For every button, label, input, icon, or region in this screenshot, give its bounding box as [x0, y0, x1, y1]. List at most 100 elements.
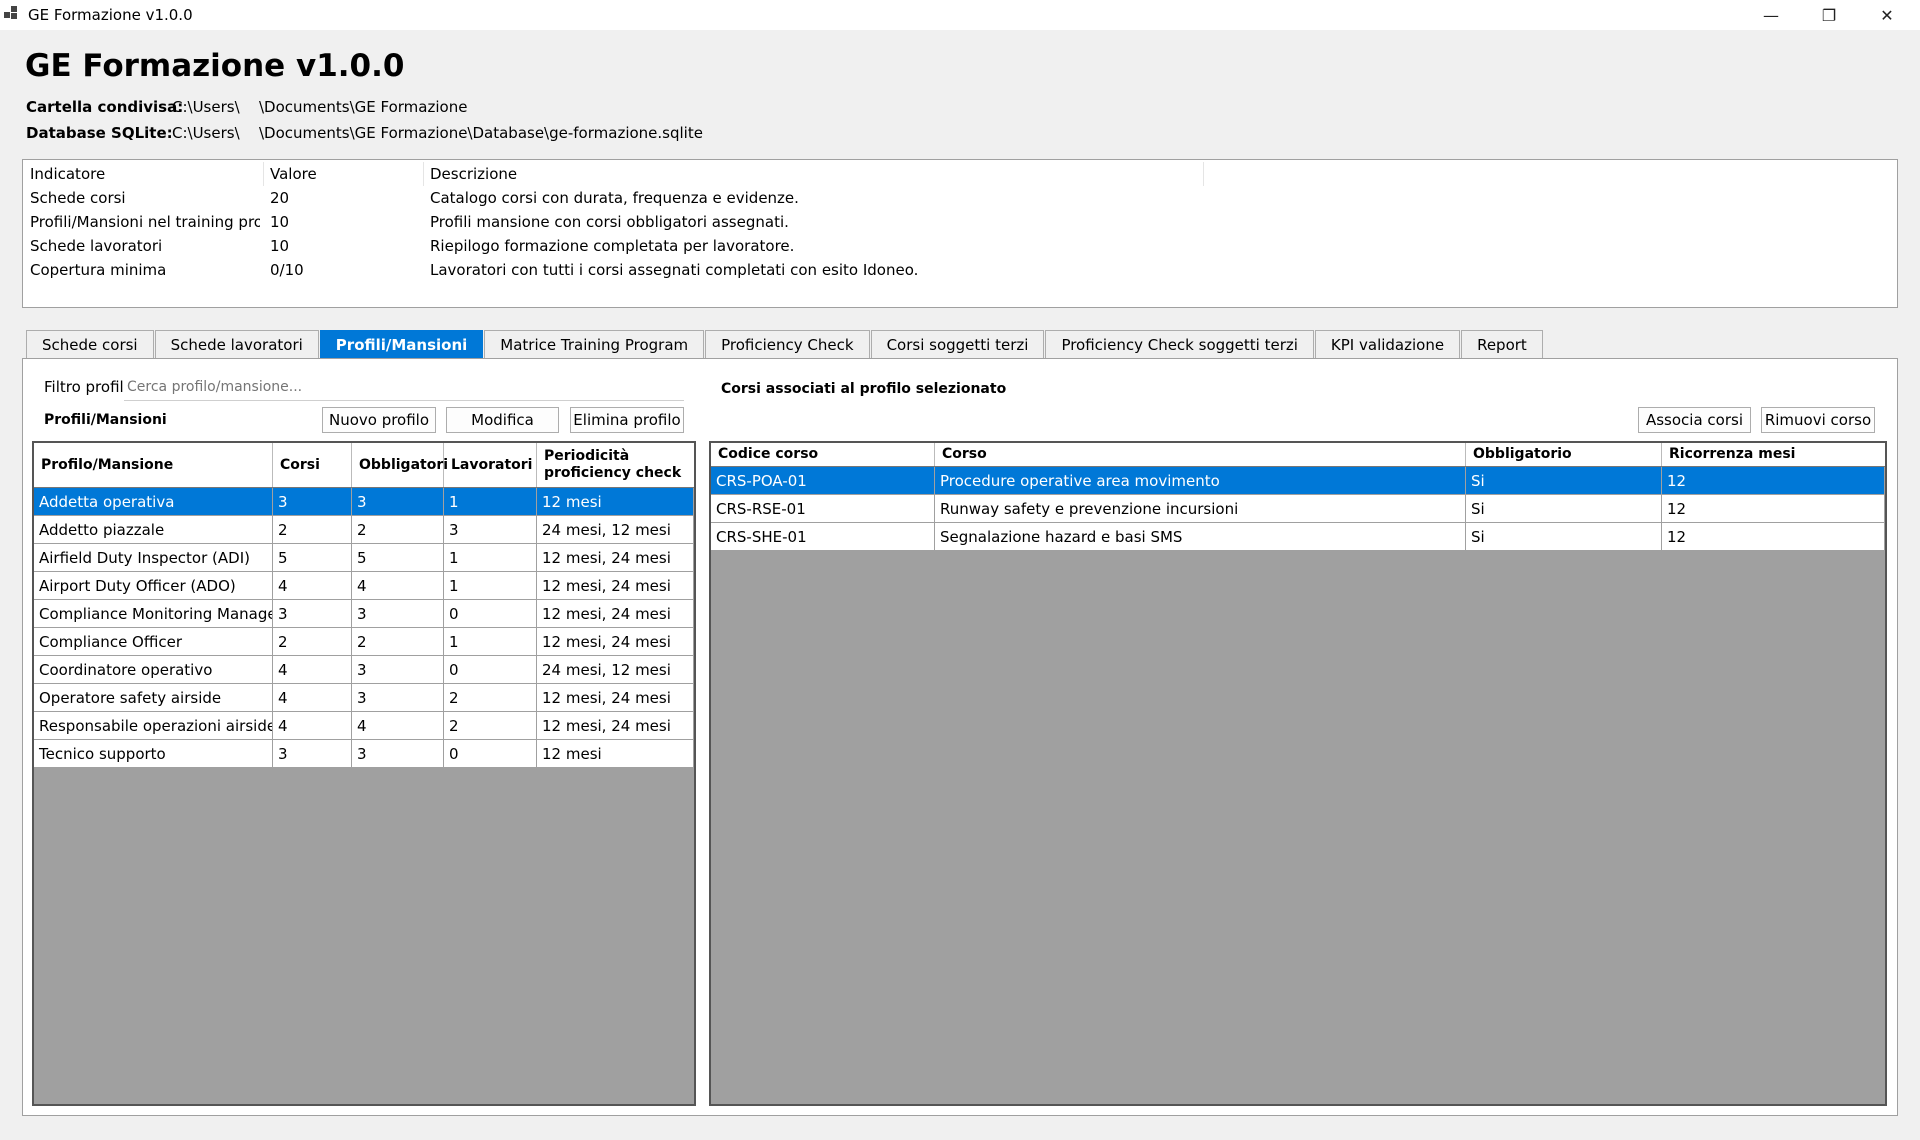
cell-corso: Runway safety e prevenzione incursioni	[935, 495, 1466, 523]
table-row[interactable]: Airport Duty Officer (ADO) 4 4 1 12 mesi, 24…	[34, 572, 694, 600]
cell-corso: Segnalazione hazard e basi SMS	[935, 523, 1466, 551]
edit-profile-button[interactable]: Modifica	[446, 407, 559, 433]
cell-lavoratori: 0	[444, 740, 537, 768]
column-header-lavoratori[interactable]: Lavoratori	[444, 443, 537, 487]
database-path-part1: C:\Users\	[172, 124, 240, 142]
table-row[interactable]: CRS-POA-01 Procedure operative area movim…	[711, 467, 1885, 495]
cell-codice-corso: CRS-RSE-01	[711, 495, 935, 523]
cell-obbligatori: 4	[352, 712, 444, 740]
table-row[interactable]: Addetta operativa 3 3 1 12 mesi	[34, 488, 694, 516]
restore-icon[interactable]: ❐	[1800, 0, 1858, 30]
tab-kpi-validazione[interactable]: KPI validazione	[1314, 330, 1461, 359]
table-row[interactable]: Compliance Monitoring Manager 3 3 0 12 mesi,…	[34, 600, 694, 628]
kpi-header-description[interactable]: Descrizione	[430, 165, 517, 183]
cell-profilo: Addetto piazzale	[34, 516, 273, 544]
cell-lavoratori: 3	[444, 516, 537, 544]
cell-corsi: 3	[273, 740, 352, 768]
tab-corsi-soggetti-terzi[interactable]: Corsi soggetti terzi	[870, 330, 1045, 359]
cell-corsi: 5	[273, 544, 352, 572]
cell-lavoratori: 1	[444, 628, 537, 656]
main-tabs: Schede corsi Schede lavoratori Profili/M…	[26, 330, 1544, 359]
cell-periodicita: 12 mesi, 24 mesi	[537, 572, 694, 600]
tab-report[interactable]: Report	[1461, 330, 1543, 359]
cell-ricorrenza: 12	[1662, 523, 1885, 551]
cell-corsi: 3	[273, 600, 352, 628]
kpi-description: Riepilogo formazione completata per lavo…	[430, 237, 795, 255]
cell-lavoratori: 2	[444, 712, 537, 740]
shared-folder-path-part1: C:\Users\	[172, 98, 240, 116]
delete-profile-button[interactable]: Elimina profilo	[570, 407, 684, 433]
kpi-list[interactable]: Indicatore Valore Descrizione Schede cor…	[22, 159, 1898, 308]
tab-proficiency-check-soggetti-terzi[interactable]: Proficiency Check soggetti terzi	[1045, 330, 1314, 359]
table-row[interactable]: CRS-RSE-01 Runway safety e prevenzione in…	[711, 495, 1885, 523]
cell-profilo: Coordinatore operativo	[34, 656, 273, 684]
column-header-corsi[interactable]: Corsi	[273, 443, 352, 487]
table-row[interactable]: Addetto piazzale 2 2 3 24 mesi, 12 mesi	[34, 516, 694, 544]
tab-proficiency-check[interactable]: Proficiency Check	[705, 330, 870, 359]
table-row[interactable]: CRS-SHE-01 Segnalazione hazard e basi SMS…	[711, 523, 1885, 551]
courses-grid-header: Codice corso Corso Obbligatorio Ricorren…	[711, 443, 1885, 467]
database-path-part2: \Documents\GE Formazione\Database\ge-for…	[259, 124, 703, 142]
tab-profili-mansioni[interactable]: Profili/Mansioni	[319, 330, 484, 359]
cell-corsi: 2	[273, 628, 352, 656]
cell-obbligatori: 2	[352, 516, 444, 544]
kpi-row[interactable]: Schede corsi 20 Catalogo corsi con durat…	[23, 186, 1897, 210]
profiles-grid[interactable]: Profilo/Mansione Corsi Obbligatori Lavor…	[32, 441, 696, 1106]
kpi-header-indicator[interactable]: Indicatore	[30, 165, 105, 183]
app-icon	[4, 6, 21, 23]
cell-profilo: Compliance Monitoring Manager	[34, 600, 273, 628]
kpi-row[interactable]: Copertura minima 0/10 Lavoratori con tut…	[23, 258, 1897, 282]
cell-obbligatori: 2	[352, 628, 444, 656]
tab-schede-lavoratori[interactable]: Schede lavoratori	[154, 330, 319, 359]
table-row[interactable]: Operatore safety airside 4 3 2 12 mesi, 24 m…	[34, 684, 694, 712]
cell-periodicita: 24 mesi, 12 mesi	[537, 516, 694, 544]
kpi-row[interactable]: Schede lavoratori 10 Riepilogo formazion…	[23, 234, 1897, 258]
filter-label: Filtro profili	[44, 378, 128, 396]
column-header-obbligatorio[interactable]: Obbligatorio	[1466, 443, 1662, 466]
kpi-row[interactable]: Profili/Mansioni nel training prog... 10…	[23, 210, 1897, 234]
cell-periodicita: 12 mesi, 24 mesi	[537, 628, 694, 656]
minimize-icon[interactable]: —	[1742, 0, 1800, 30]
close-icon[interactable]: ✕	[1858, 0, 1916, 30]
cell-periodicita: 12 mesi, 24 mesi	[537, 684, 694, 712]
cell-periodicita: 12 mesi	[537, 740, 694, 768]
profile-search-input[interactable]	[124, 374, 684, 401]
kpi-value: 10	[270, 237, 290, 255]
profiles-grid-header: Profilo/Mansione Corsi Obbligatori Lavor…	[34, 443, 694, 488]
tab-schede-corsi[interactable]: Schede corsi	[26, 330, 154, 359]
cell-obbligatorio: Si	[1466, 495, 1662, 523]
table-row[interactable]: Airfield Duty Inspector (ADI) 5 5 1 12 mesi,…	[34, 544, 694, 572]
cell-profilo: Airfield Duty Inspector (ADI)	[34, 544, 273, 572]
cell-lavoratori: 0	[444, 656, 537, 684]
column-header-periodicita[interactable]: Periodicità proficiency check	[537, 443, 694, 487]
kpi-description: Lavoratori con tutti i corsi assegnati c…	[430, 261, 919, 279]
database-label: Database SQLite:	[26, 124, 173, 142]
remove-course-button[interactable]: Rimuovi corso	[1761, 407, 1875, 433]
kpi-value: 20	[270, 189, 290, 207]
kpi-header-value[interactable]: Valore	[270, 165, 317, 183]
cell-obbligatorio: Si	[1466, 523, 1662, 551]
column-header-codice-corso[interactable]: Codice corso	[711, 443, 935, 466]
table-row[interactable]: Responsabile operazioni airside 4 4 2 12 mes…	[34, 712, 694, 740]
cell-corsi: 4	[273, 712, 352, 740]
table-row[interactable]: Tecnico supporto 3 3 0 12 mesi	[34, 740, 694, 768]
window-titlebar: GE Formazione v1.0.0 — ❐ ✕	[0, 0, 1920, 30]
shared-folder-label: Cartella condivisa:	[26, 98, 184, 116]
column-header-obbligatori[interactable]: Obbligatori	[352, 443, 448, 487]
kpi-description: Profili mansione con corsi obbligatori a…	[430, 213, 789, 231]
courses-grid[interactable]: Codice corso Corso Obbligatorio Ricorren…	[709, 441, 1887, 1106]
profiles-section-title: Profili/Mansioni	[44, 412, 167, 428]
cell-obbligatorio: Si	[1466, 467, 1662, 495]
associate-courses-button[interactable]: Associa corsi	[1638, 407, 1751, 433]
new-profile-button[interactable]: Nuovo profilo	[322, 407, 436, 433]
cell-profilo: Compliance Officer	[34, 628, 273, 656]
cell-lavoratori: 2	[444, 684, 537, 712]
column-header-profilo[interactable]: Profilo/Mansione	[34, 443, 273, 487]
cell-obbligatori: 4	[352, 572, 444, 600]
kpi-header-row: Indicatore Valore Descrizione	[23, 162, 1897, 186]
column-header-corso[interactable]: Corso	[935, 443, 1466, 466]
table-row[interactable]: Compliance Officer 2 2 1 12 mesi, 24 mesi	[34, 628, 694, 656]
column-header-ricorrenza[interactable]: Ricorrenza mesi	[1662, 443, 1885, 466]
tab-matrice-training-program[interactable]: Matrice Training Program	[484, 330, 705, 359]
table-row[interactable]: Coordinatore operativo 4 3 0 24 mesi, 12 mes…	[34, 656, 694, 684]
